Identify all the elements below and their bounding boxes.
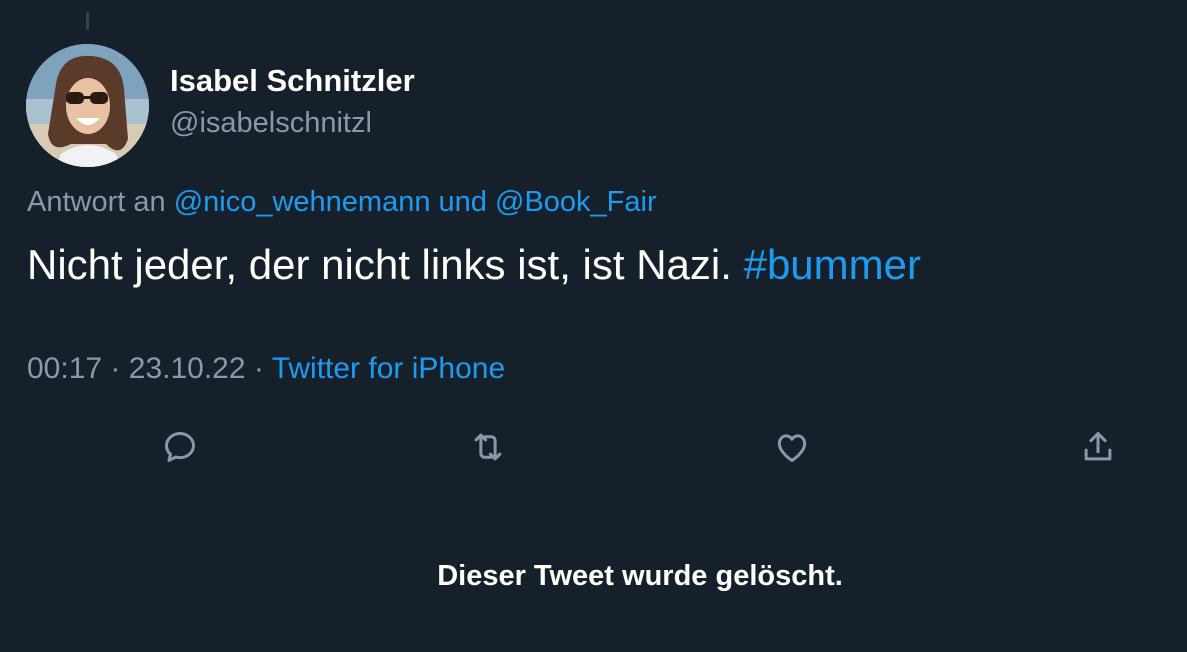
like-icon [777, 434, 807, 462]
reply-mention-2[interactable]: @Book_Fair [495, 186, 657, 218]
tweet-text: Nicht jeder, der nicht links ist, ist Na… [27, 241, 921, 289]
retweet-button[interactable] [466, 425, 510, 469]
meta-separator: · [253, 352, 264, 385]
reply-connector: und [438, 186, 487, 218]
reply-mention-1[interactable]: @nico_wehnemann [174, 186, 431, 218]
avatar[interactable] [26, 44, 149, 167]
author-display-name[interactable]: Isabel Schnitzler [170, 63, 415, 99]
reply-prefix: Antwort an [27, 186, 166, 218]
thread-connector-line [86, 12, 89, 30]
share-icon [1084, 432, 1112, 461]
avatar-photo [26, 44, 149, 167]
tweet-time: 00:17 [27, 352, 103, 385]
reply-icon [165, 432, 195, 462]
reply-button[interactable] [158, 425, 202, 469]
deleted-tweet-notice: Dieser Tweet wurde gelöscht. [437, 560, 843, 592]
tweet-source-link[interactable]: Twitter for iPhone [272, 352, 505, 385]
share-button[interactable] [1076, 425, 1120, 469]
meta-separator: · [110, 352, 121, 385]
tweet-date: 23.10.22 [128, 352, 246, 385]
retweet-icon [474, 433, 502, 461]
reply-context: Antwort an @nico_wehnemann und @Book_Fai… [27, 186, 657, 219]
tweet-meta: 00:17 · 23.10.22 · Twitter for iPhone [27, 352, 505, 386]
like-button[interactable] [770, 425, 814, 469]
tweet-hashtag[interactable]: #bummer [744, 241, 921, 288]
tweet-body: Nicht jeder, der nicht links ist, ist Na… [27, 241, 732, 288]
author-handle[interactable]: @isabelschnitzl [170, 107, 372, 140]
